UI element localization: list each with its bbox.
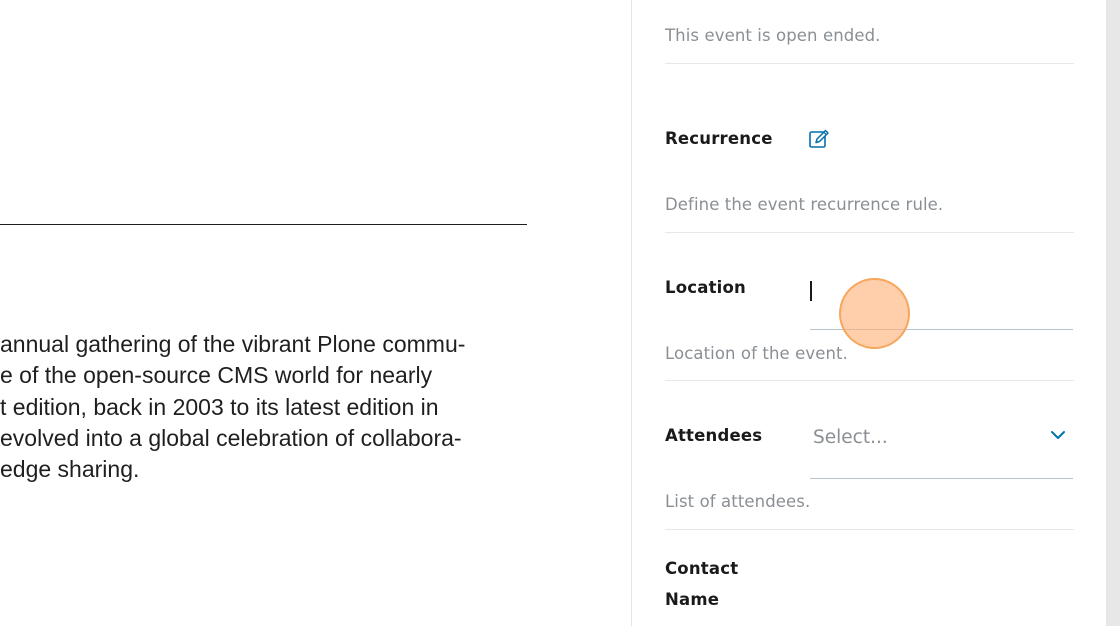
title-underline xyxy=(0,224,527,225)
editor-area[interactable]: annual gathering of the vibrant Plone co… xyxy=(0,0,631,626)
field-divider xyxy=(665,232,1074,233)
edit-recurrence-icon[interactable] xyxy=(809,129,830,149)
contact-name-label-line2: Name xyxy=(665,590,720,609)
location-input[interactable] xyxy=(810,276,1073,330)
recurrence-help-text: Define the event recurrence rule. xyxy=(665,195,944,214)
event-description-text[interactable]: annual gathering of the vibrant Plone co… xyxy=(0,329,620,485)
location-label: Location xyxy=(665,278,746,297)
open-end-help-text: This event is open ended. xyxy=(665,26,881,45)
description-line: e of the open-source CMS world for nearl… xyxy=(0,362,433,389)
contact-name-label-line1: Contact xyxy=(665,559,739,578)
field-divider xyxy=(665,380,1074,381)
chevron-down-icon[interactable] xyxy=(1050,428,1066,440)
description-line: t edition, back in 2003 to its latest ed… xyxy=(0,393,439,420)
recurrence-label: Recurrence xyxy=(665,129,773,148)
attendees-help-text: List of attendees. xyxy=(665,492,811,511)
text-cursor xyxy=(810,281,812,301)
description-line: annual gathering of the vibrant Plone co… xyxy=(0,331,466,357)
description-line: evolved into a global celebration of col… xyxy=(0,424,462,451)
sidebar-scrollbar[interactable] xyxy=(1106,0,1120,626)
attendees-select-placeholder: Select... xyxy=(813,427,888,448)
attendees-label: Attendees xyxy=(665,426,763,445)
attendees-select[interactable]: Select... xyxy=(810,418,1073,479)
field-divider xyxy=(665,63,1074,64)
location-help-text: Location of the event. xyxy=(665,344,848,363)
description-line: edge sharing. xyxy=(0,456,140,483)
field-divider xyxy=(665,529,1074,530)
